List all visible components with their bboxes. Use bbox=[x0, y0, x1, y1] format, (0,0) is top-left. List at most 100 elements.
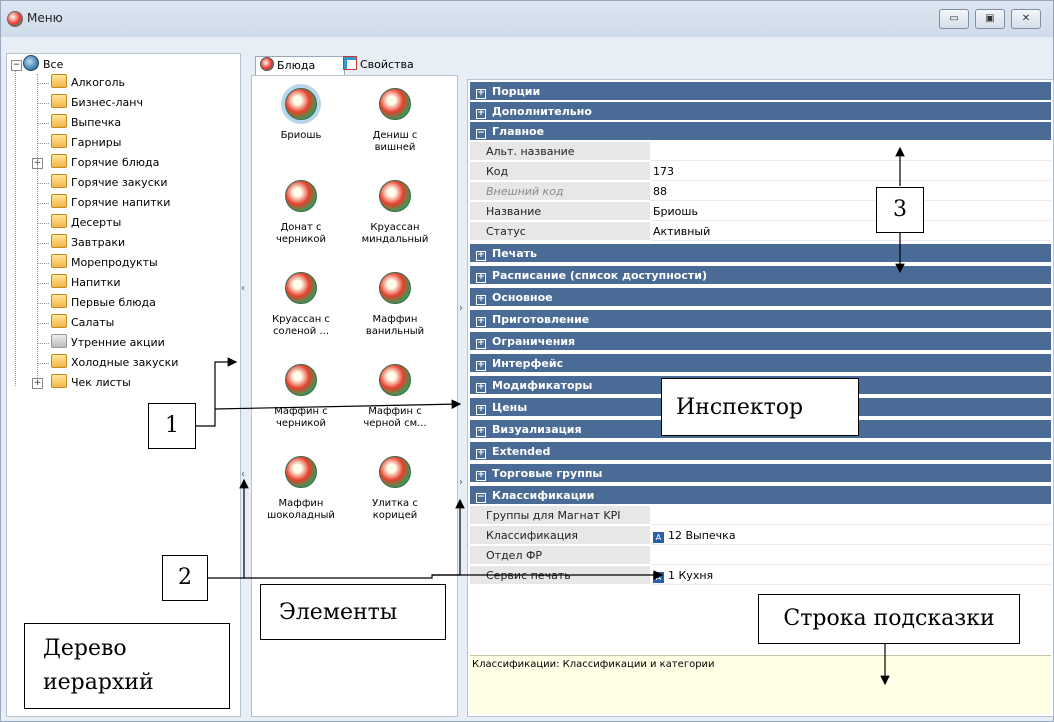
tree-item[interactable]: Десерты bbox=[51, 214, 121, 232]
expand-icon[interactable]: + bbox=[476, 361, 486, 371]
collapse-icon[interactable]: − bbox=[476, 493, 486, 503]
dish-item[interactable]: Донат с черникой bbox=[256, 180, 346, 246]
hierarchy-tree[interactable]: − Все Алкоголь Бизнес-ланч Выпечка Гарни… bbox=[6, 53, 241, 717]
item-label: Маффин bbox=[372, 314, 418, 325]
folder-icon bbox=[51, 234, 67, 248]
section-basic[interactable]: + Основное bbox=[470, 288, 1051, 308]
section-schedule[interactable]: + Расписание (список доступности) bbox=[470, 266, 1051, 286]
tree-item[interactable]: Утренние акции bbox=[51, 334, 165, 352]
property-value[interactable]: 88 bbox=[651, 182, 1051, 201]
property-value[interactable]: A 1 Кухня bbox=[651, 566, 1051, 585]
tab-label: Свойства bbox=[360, 58, 414, 71]
right-splitter-handle[interactable]: › bbox=[459, 477, 467, 488]
section-limits[interactable]: + Ограничения bbox=[470, 332, 1051, 352]
section-trade-groups[interactable]: + Торговые группы bbox=[470, 464, 1051, 484]
property-row[interactable]: Отдел ФР bbox=[470, 546, 1051, 566]
expand-icon[interactable]: + bbox=[476, 251, 486, 261]
tree-item[interactable]: Напитки bbox=[51, 274, 121, 292]
property-name: Статус bbox=[470, 222, 650, 241]
expand-icon[interactable]: + bbox=[476, 383, 486, 393]
title-bar[interactable]: Меню ▭ ▣ ✕ bbox=[1, 1, 1053, 37]
left-splitter-handle[interactable]: ‹ bbox=[241, 283, 249, 294]
item-label: Круассан с bbox=[272, 314, 330, 325]
item-label: ванильный bbox=[365, 326, 425, 337]
dish-item[interactable]: Маффин шоколадный bbox=[256, 456, 346, 522]
section-portions[interactable]: + Порции bbox=[470, 82, 1051, 102]
tree-item[interactable]: Холодные закуски bbox=[51, 354, 178, 372]
property-row[interactable]: Альт. название bbox=[470, 142, 1051, 162]
tree-item-label: Алкоголь bbox=[71, 76, 125, 89]
dish-item[interactable]: Маффин ванильный bbox=[350, 272, 440, 338]
dish-item[interactable]: Круассан с соленой ... bbox=[256, 272, 346, 338]
item-label: вишней bbox=[374, 142, 416, 153]
property-value[interactable] bbox=[651, 142, 1051, 161]
section-interface[interactable]: + Интерфейс bbox=[470, 354, 1051, 374]
dish-icon bbox=[379, 180, 411, 212]
tree-root[interactable]: Все bbox=[23, 55, 63, 73]
tab-properties[interactable]: Свойства bbox=[339, 56, 427, 74]
section-classifications[interactable]: − Классификации bbox=[470, 486, 1051, 506]
property-row[interactable]: Группы для Магнат KPI bbox=[470, 506, 1051, 526]
section-print[interactable]: + Печать bbox=[470, 244, 1051, 264]
tree-item[interactable]: Завтраки bbox=[51, 234, 125, 252]
expand-icon[interactable]: + bbox=[476, 295, 486, 305]
property-row[interactable]: Классификация A 12 Выпечка bbox=[470, 526, 1051, 546]
property-value[interactable]: A 12 Выпечка bbox=[651, 526, 1051, 545]
tree-item-selected[interactable]: Выпечка bbox=[51, 114, 121, 132]
tree-item[interactable]: Морепродукты bbox=[51, 254, 158, 272]
left-splitter-handle[interactable]: ‹ bbox=[241, 469, 249, 480]
tree-item[interactable]: Горячие блюда bbox=[51, 154, 159, 172]
minimize-button[interactable]: ▭ bbox=[939, 9, 969, 29]
tree-item[interactable]: Горячие закуски bbox=[51, 174, 168, 192]
expand-icon[interactable]: + bbox=[32, 378, 43, 389]
tree-item-label: Морепродукты bbox=[71, 256, 158, 269]
tree-item[interactable]: Салаты bbox=[51, 314, 114, 332]
dish-item[interactable]: Круассан миндальный bbox=[350, 180, 440, 246]
tree-item[interactable]: Чек листы bbox=[51, 374, 131, 392]
property-value[interactable] bbox=[651, 546, 1051, 565]
maximize-button[interactable]: ▣ bbox=[975, 9, 1005, 29]
tree-item[interactable]: Горячие напитки bbox=[51, 194, 170, 212]
tree-item[interactable]: Алкоголь bbox=[51, 74, 125, 92]
section-additional[interactable]: + Дополнительно bbox=[470, 102, 1051, 122]
tab-dishes[interactable]: Блюда bbox=[255, 56, 345, 75]
tree-item[interactable]: Гарниры bbox=[51, 134, 121, 152]
dish-item[interactable]: Бриошь bbox=[256, 88, 346, 142]
section-extended[interactable]: + Extended bbox=[470, 442, 1051, 462]
expand-icon[interactable]: + bbox=[476, 339, 486, 349]
section-main[interactable]: − Главное bbox=[470, 122, 1051, 142]
expand-icon[interactable]: + bbox=[476, 427, 486, 437]
property-value[interactable]: 173 bbox=[651, 162, 1051, 181]
tree-item[interactable]: Бизнес-ланч bbox=[51, 94, 143, 112]
tree-item[interactable]: Первые блюда bbox=[51, 294, 156, 312]
expand-icon[interactable]: + bbox=[476, 471, 486, 481]
expand-icon[interactable]: + bbox=[476, 273, 486, 283]
dish-item[interactable]: Улитка с корицей bbox=[350, 456, 440, 522]
expand-icon[interactable]: + bbox=[476, 89, 486, 99]
section-cooking[interactable]: + Приготовление bbox=[470, 310, 1051, 330]
expand-icon[interactable]: + bbox=[476, 317, 486, 327]
dish-item[interactable]: Маффин с черникой bbox=[256, 364, 346, 430]
close-button[interactable]: ✕ bbox=[1011, 9, 1041, 29]
collapse-root-icon[interactable]: − bbox=[11, 60, 22, 71]
property-value[interactable]: Бриошь bbox=[651, 202, 1051, 221]
collapse-icon[interactable]: − bbox=[476, 129, 486, 139]
item-label: Бриошь bbox=[280, 130, 322, 141]
dish-item[interactable]: Маффин с черной см... bbox=[350, 364, 440, 430]
expand-icon[interactable]: + bbox=[476, 109, 486, 119]
section-title: Главное bbox=[492, 125, 545, 138]
expand-icon[interactable]: + bbox=[476, 405, 486, 415]
item-label: Маффин bbox=[278, 498, 324, 509]
expand-icon[interactable]: + bbox=[476, 449, 486, 459]
section-title: Торговые группы bbox=[492, 467, 603, 480]
property-row[interactable]: Внешний код 88 bbox=[470, 182, 1051, 202]
property-value[interactable]: Активный bbox=[651, 222, 1051, 241]
item-label: Круассан bbox=[370, 222, 420, 233]
property-row[interactable]: Код 173 bbox=[470, 162, 1051, 182]
property-row[interactable]: Статус Активный bbox=[470, 222, 1051, 242]
property-row[interactable]: Сервис печать A 1 Кухня bbox=[470, 566, 1051, 586]
dish-item[interactable]: Дениш с вишней bbox=[350, 88, 440, 154]
property-value[interactable] bbox=[651, 506, 1051, 525]
property-row[interactable]: Название Бриошь bbox=[470, 202, 1051, 222]
right-splitter-handle[interactable]: › bbox=[459, 303, 467, 314]
